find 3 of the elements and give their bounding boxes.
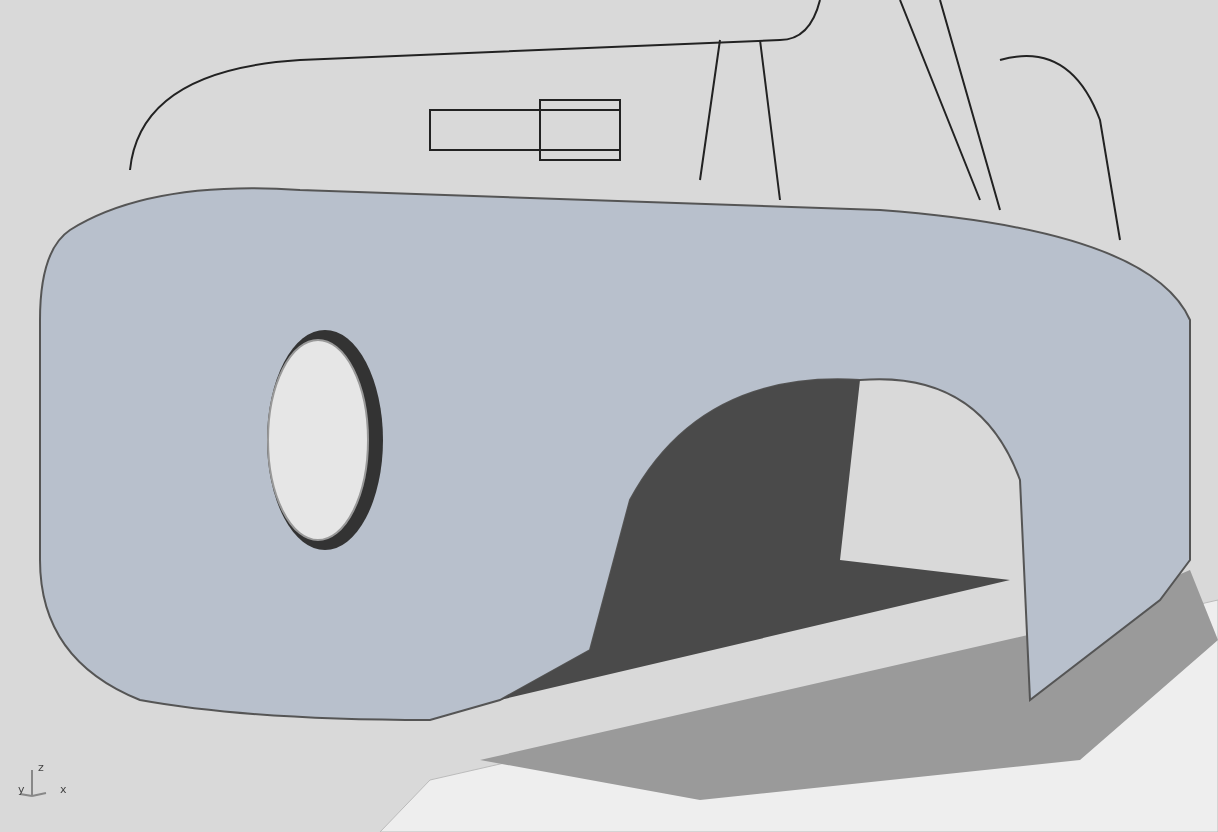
x-axis-label: x <box>60 784 67 795</box>
y-axis-label: y <box>18 784 25 795</box>
z-axis-label: z <box>38 762 44 773</box>
